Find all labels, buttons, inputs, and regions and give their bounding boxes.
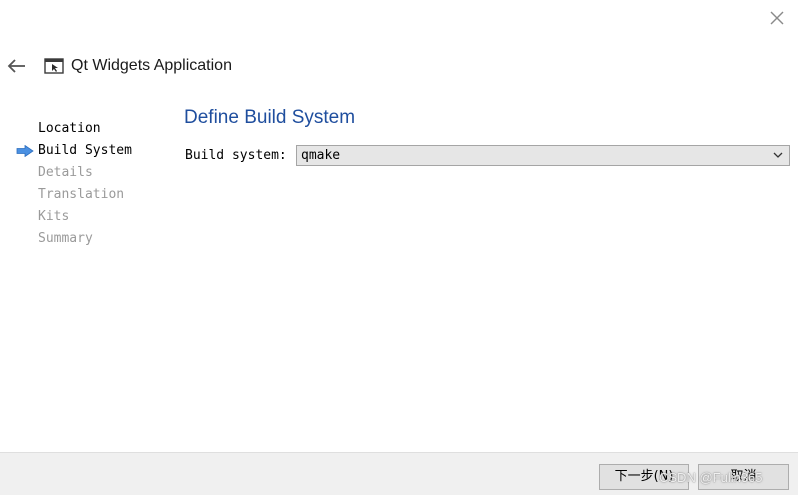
step-label: Build System [38, 143, 132, 158]
step-build-system: Build System [0, 140, 170, 162]
step-label: Location [38, 121, 101, 136]
wizard-steps: Location Build System Details Translatio… [0, 118, 170, 250]
arrow-right-icon [16, 145, 34, 157]
build-system-label: Build system: [185, 148, 287, 163]
step-label: Kits [38, 209, 70, 224]
step-label: Translation [38, 187, 125, 202]
close-button[interactable] [766, 7, 788, 29]
step-label: Summary [38, 231, 93, 246]
chevron-down-icon [773, 152, 783, 158]
step-location: Location [0, 118, 170, 140]
window-title: Qt Widgets Application [71, 57, 232, 74]
step-translation: Translation [0, 184, 170, 206]
back-button[interactable] [6, 56, 28, 76]
step-label: Details [38, 165, 93, 180]
qt-application-icon [44, 57, 64, 75]
step-kits: Kits [0, 206, 170, 228]
build-system-select[interactable]: qmake [296, 145, 790, 166]
step-details: Details [0, 162, 170, 184]
close-icon [770, 11, 784, 25]
step-summary: Summary [0, 228, 170, 250]
watermark: CSDN @Fulin365 [659, 470, 763, 485]
back-arrow-icon [7, 59, 25, 73]
page-title: Define Build System [184, 107, 356, 128]
build-system-value: qmake [301, 148, 341, 163]
